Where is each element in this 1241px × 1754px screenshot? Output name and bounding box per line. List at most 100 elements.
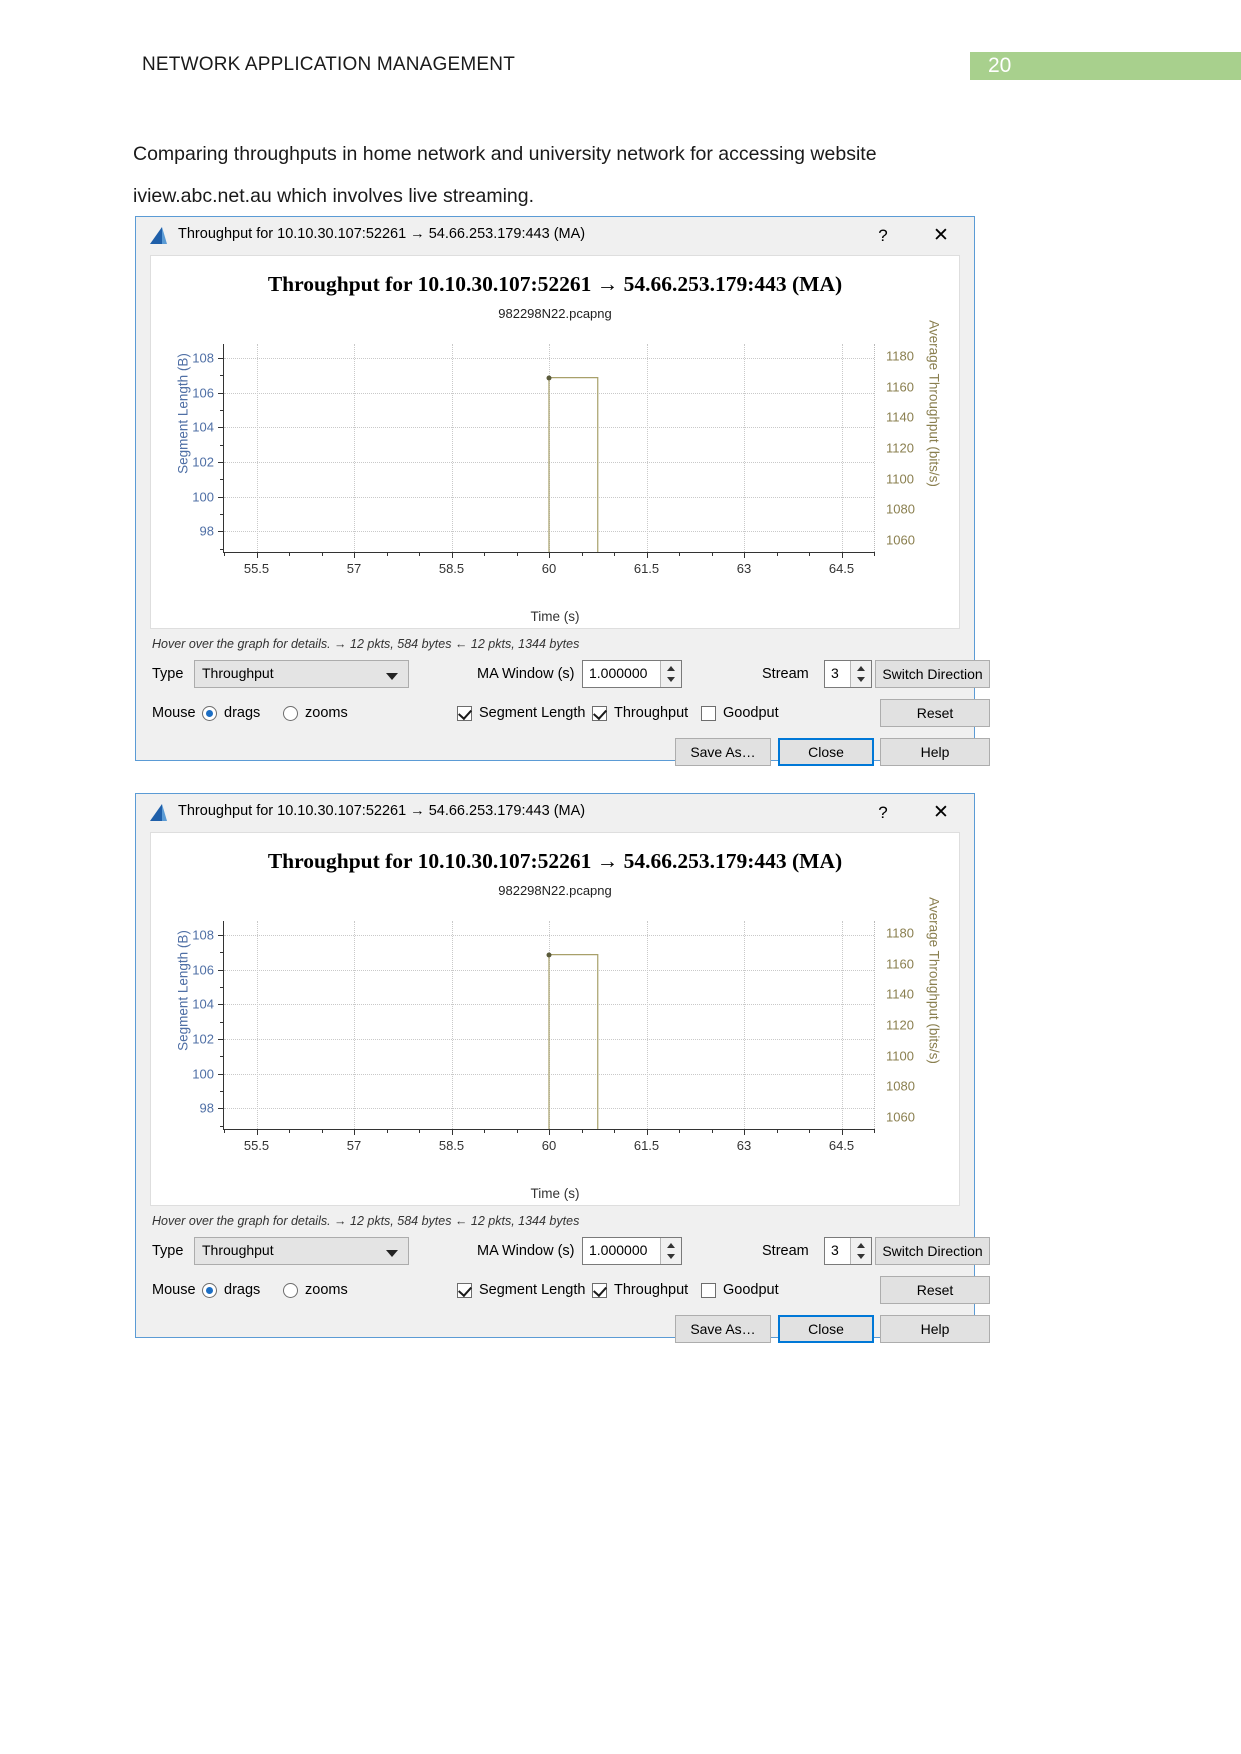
y-axis-tick-label: 108 [192,350,214,366]
mouse-drags-radio[interactable] [202,1283,217,1298]
throughput-label[interactable]: Throughput [614,1276,688,1304]
switch-direction-button[interactable]: Switch Direction [875,660,990,688]
x-axis-tick-label: 60 [541,561,557,576]
ma-window-input[interactable]: 1.000000 [582,1237,682,1265]
x-axis-minor-tick [809,1129,810,1133]
throughput-label[interactable]: Throughput [614,699,688,727]
y2-axis-tick-label: 1100 [886,471,914,487]
y-axis-tick-label: 106 [192,385,214,401]
y-axis-label-right: Average Throughput (bits/s) [926,897,942,1064]
x-axis-tick [841,1129,843,1135]
chart-panel[interactable]: Throughput for 10.10.30.107:52261 → 54.6… [150,255,960,629]
y-axis-label-left: Segment Length (B) [175,353,191,474]
controls-row-1: Type Throughput MA Window (s) 1.000000 S… [152,1237,990,1267]
type-select[interactable]: Throughput [194,1237,409,1265]
y2-axis-tick-label: 1180 [886,925,914,941]
chart-panel[interactable]: Throughput for 10.10.30.107:52261 → 54.6… [150,832,960,1206]
stepper-up-icon[interactable] [857,666,865,671]
stepper-up-icon[interactable] [667,1243,675,1248]
close-icon[interactable]: ✕ [928,223,954,249]
y-axis-label-left: Segment Length (B) [175,930,191,1051]
x-axis-minor-tick [809,552,810,556]
segment-length-checkbox[interactable] [457,706,472,721]
x-axis-minor-tick [224,1129,225,1133]
right-axis-line [874,921,875,1129]
y2-axis-tick-label: 1120 [886,1017,914,1033]
x-axis-minor-tick [776,1129,778,1133]
close-button[interactable]: Close [778,1315,874,1343]
close-icon[interactable]: ✕ [928,800,954,826]
ma-window-input[interactable]: 1.000000 [582,660,682,688]
x-axis-tick [256,1129,258,1135]
mouse-zooms-radio[interactable] [283,1283,298,1298]
controls-row-2: Mouse drags zooms Segment Length Through… [152,1276,990,1306]
right-axis-line [874,344,875,552]
x-axis-minor-tick [321,552,323,556]
y-axis-tick-label: 102 [192,1031,214,1047]
stepper-down-icon[interactable] [667,1254,675,1259]
mouse-zooms-label[interactable]: zooms [305,699,348,727]
stepper-up-icon[interactable] [857,1243,865,1248]
save-as-button[interactable]: Save As… [675,738,771,766]
mouse-drags-label[interactable]: drags [224,699,260,727]
reset-button[interactable]: Reset [880,1276,990,1304]
goodput-checkbox[interactable] [701,1283,716,1298]
reset-button[interactable]: Reset [880,699,990,727]
segment-length-label[interactable]: Segment Length [479,699,585,727]
x-axis-minor-tick [484,552,485,556]
goodput-checkbox[interactable] [701,706,716,721]
plot-area[interactable]: 98 100 102 104 106 108 1060 1080 1100 1120 1140 116… [192,921,915,1153]
x-axis-tick [451,1129,453,1135]
stepper-down-icon[interactable] [857,677,865,682]
segment-length-label[interactable]: Segment Length [479,1276,585,1304]
close-button[interactable]: Close [778,738,874,766]
y2-axis-tick-label: 1160 [886,379,914,395]
x-axis-tick [646,552,648,558]
mouse-zooms-label[interactable]: zooms [305,1276,348,1304]
y2-axis-tick-label: 1140 [886,986,914,1002]
goodput-label[interactable]: Goodput [723,699,779,727]
stream-stepper[interactable] [850,661,871,687]
document-header: NETWORK APPLICATION MANAGEMENT 20 [0,52,1241,86]
x-axis-tick-label: 61.5 [633,1138,660,1153]
x-axis-tick [549,552,550,558]
x-axis-minor-tick [419,552,420,556]
stepper-down-icon[interactable] [667,677,675,682]
throughput-checkbox[interactable] [592,1283,607,1298]
throughput-checkbox[interactable] [592,706,607,721]
plot-area[interactable]: 98 100 102 104 106 108 1060 1080 1100 1120 1140 116… [192,344,915,576]
stream-stepper[interactable] [850,1238,871,1264]
mouse-drags-radio[interactable] [202,706,217,721]
y-axis-tick-label: 98 [199,1100,214,1116]
mouse-drags-label[interactable]: drags [224,1276,260,1304]
mouse-label: Mouse [152,1282,196,1298]
segment-length-checkbox[interactable] [457,1283,472,1298]
x-axis-tick-label: 58.5 [438,1138,465,1153]
mouse-zooms-radio[interactable] [283,706,298,721]
y2-axis-tick-label: 1140 [886,409,914,425]
ma-window-stepper[interactable] [660,661,681,687]
body-paragraph: Comparing throughputs in home network an… [133,143,877,207]
help-button[interactable]: Help [880,738,990,766]
ma-window-stepper[interactable] [660,1238,681,1264]
type-select[interactable]: Throughput [194,660,409,688]
help-icon[interactable]: ? [870,223,896,249]
help-icon[interactable]: ? [870,800,896,826]
help-button[interactable]: Help [880,1315,990,1343]
goodput-label[interactable]: Goodput [723,1276,779,1304]
stream-input[interactable]: 3 [824,660,872,688]
switch-direction-button[interactable]: Switch Direction [875,1237,990,1265]
save-as-button[interactable]: Save As… [675,1315,771,1343]
stepper-down-icon[interactable] [857,1254,865,1259]
type-select-value: Throughput [202,665,274,681]
stepper-up-icon[interactable] [667,666,675,671]
x-axis-minor-tick [386,1129,388,1133]
x-axis-tick-label: 64.5 [828,561,855,576]
x-axis-tick [744,1129,745,1135]
x-axis-minor-tick [516,1129,518,1133]
hover-hint-text: Hover over the graph for details. → 12 p… [152,1214,580,1228]
chevron-down-icon [386,673,398,680]
x-axis-tick-label: 63 [736,561,752,576]
stream-input[interactable]: 3 [824,1237,872,1265]
chart-title: Throughput for 10.10.30.107:52261 → 54.6… [267,272,843,296]
